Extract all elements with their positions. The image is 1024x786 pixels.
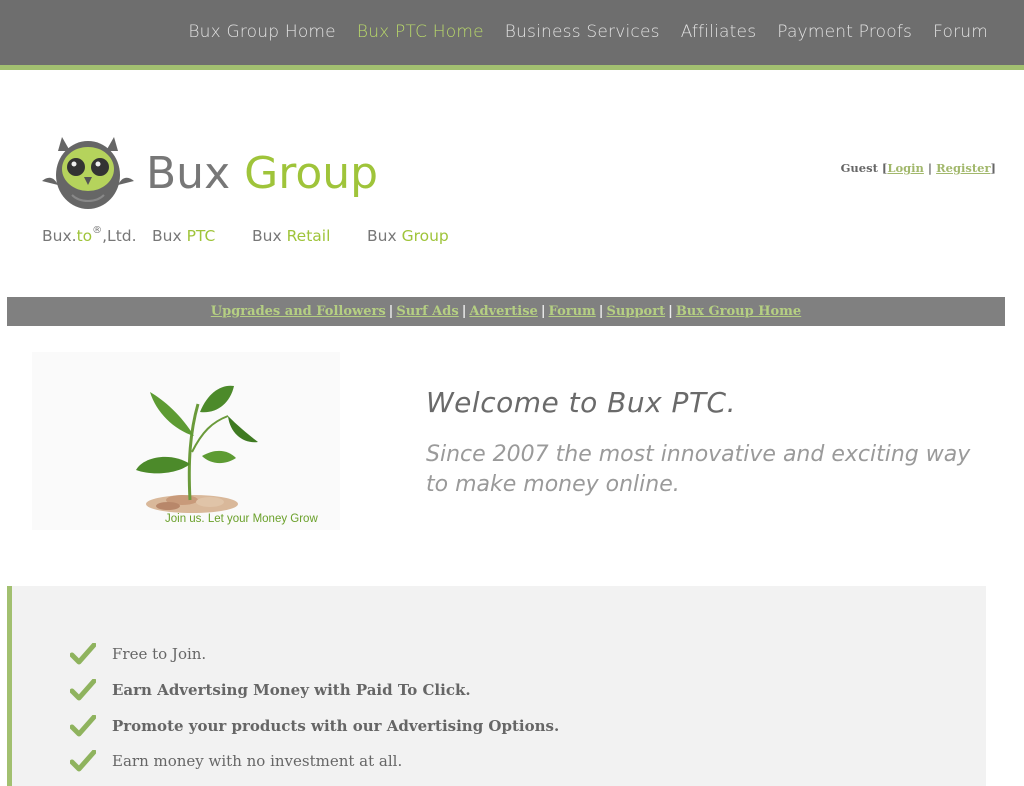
sublink-bux-retail[interactable]: Bux Retail	[252, 227, 330, 245]
link-surf-ads[interactable]: Surf Ads	[396, 304, 458, 319]
feature-item: Promote your products with our Advertisi…	[70, 715, 559, 737]
welcome-heading: Welcome to Bux PTC.	[426, 386, 736, 419]
nav-payment-proofs[interactable]: Payment Proofs	[777, 22, 912, 42]
register-link[interactable]: Register	[936, 161, 990, 175]
secondary-link-bar: Upgrades and Followers | Surf Ads | Advertis…	[7, 297, 1005, 326]
nav-bux-ptc-home[interactable]: Bux PTC Home	[357, 22, 484, 42]
checkmark-icon	[70, 679, 96, 701]
brand-word-1: Bux	[146, 148, 231, 199]
link-support[interactable]: Support	[607, 304, 666, 319]
owl-logo-icon[interactable]	[40, 133, 136, 213]
link-upgrades-followers[interactable]: Upgrades and Followers	[211, 304, 386, 319]
login-link[interactable]: Login	[887, 161, 924, 175]
feature-item: Earn Advertsing Money with Paid To Click…	[70, 679, 471, 701]
checkmark-icon	[70, 643, 96, 665]
feature-item: Free to Join.	[70, 643, 206, 665]
brand-title: Bux Group	[146, 148, 378, 199]
hero-caption: Join us. Let your Money Grow	[165, 513, 318, 525]
link-advertise[interactable]: Advertise	[469, 304, 537, 319]
nav-bux-group-home[interactable]: Bux Group Home	[188, 22, 336, 42]
link-forum[interactable]: Forum	[549, 304, 596, 319]
link-bux-group-home[interactable]: Bux Group Home	[676, 304, 801, 319]
nav-forum[interactable]: Forum	[933, 22, 988, 42]
feature-item: Earn money with no investment at all.	[70, 750, 402, 772]
checkmark-icon	[70, 715, 96, 737]
welcome-tagline: Since 2007 the most innovative and excit…	[426, 442, 971, 497]
sublink-bux-ptc[interactable]: Bux PTC	[152, 227, 215, 245]
brand-word-2: Group	[244, 148, 379, 199]
nav-business-services[interactable]: Business Services	[505, 22, 660, 42]
sublink-bux-group[interactable]: Bux Group	[367, 227, 449, 245]
plant-coins-image: Join us. Let your Money Grow	[32, 352, 340, 530]
sublink-buxto[interactable]: Bux.to®,Ltd.	[42, 225, 137, 245]
features-panel: Free to Join. Earn Advertsing Money with…	[7, 586, 986, 786]
guest-status: Guest [Login | Register]	[840, 161, 996, 175]
top-navigation: Bux Group Home Bux PTC Home Business Ser…	[0, 0, 1024, 70]
nav-affiliates[interactable]: Affiliates	[681, 22, 757, 42]
checkmark-icon	[70, 750, 96, 772]
